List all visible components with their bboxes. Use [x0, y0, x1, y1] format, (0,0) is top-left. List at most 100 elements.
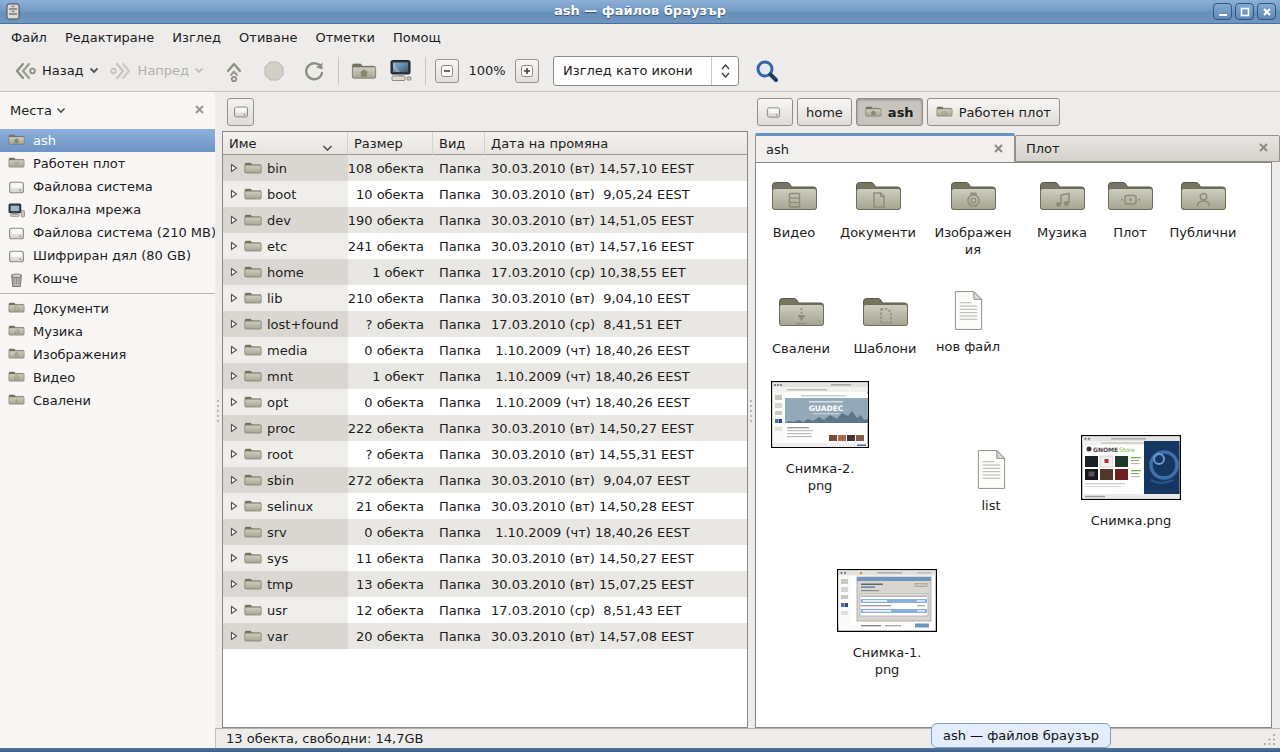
titlebar[interactable]: ash — файлов браузър — [0, 0, 1280, 24]
tab-ash[interactable]: ash — [755, 133, 1015, 162]
expander-icon[interactable] — [229, 397, 239, 407]
expander-icon[interactable] — [229, 267, 239, 277]
sidebar-item-downloads[interactable]: Свалени — [0, 389, 215, 412]
cell-name: mnt — [223, 363, 348, 389]
table-row-sbin[interactable]: sbin272 обектаПапка30.03.2010 (вт) 9,04,… — [223, 467, 747, 493]
tab-close-icon[interactable] — [1258, 141, 1269, 156]
column-header-2[interactable]: Вид — [433, 132, 485, 155]
zoom-out-button[interactable] — [435, 59, 459, 83]
cell-name: srv — [223, 519, 348, 545]
resize-grip[interactable] — [1261, 731, 1277, 747]
sidebar-item-encrypted-80gb[interactable]: Шифриран дял (80 GB) — [0, 244, 215, 267]
column-header-1[interactable]: Размер — [348, 132, 433, 155]
breadcrumb-home-dir[interactable]: home — [797, 98, 852, 126]
table-row-opt[interactable]: opt0 обектаПапка 1.10.2009 (чт) 18,40,26… — [223, 389, 747, 415]
table-row-media[interactable]: media0 обектаПапка 1.10.2009 (чт) 18,40,… — [223, 337, 747, 363]
computer-button[interactable] — [382, 54, 418, 88]
expander-icon[interactable] — [229, 423, 239, 433]
file-snimka[interactable]: GNOMEStoreСнимка.png — [1077, 435, 1185, 529]
expander-icon[interactable] — [229, 345, 239, 355]
minimize-button[interactable] — [1213, 3, 1232, 20]
close-button[interactable] — [1257, 3, 1276, 20]
zoom-in-button[interactable] — [515, 59, 539, 83]
menu-edit[interactable]: Редактиране — [56, 27, 163, 48]
table-row-lib[interactable]: lib210 обектаПапка30.03.2010 (вт) 9,04,1… — [223, 285, 747, 311]
sidebar-item-music[interactable]: Музика — [0, 320, 215, 343]
sidebar-item-trash[interactable]: Кошче — [0, 267, 215, 290]
folder-icon — [244, 395, 262, 409]
expander-icon[interactable] — [229, 631, 239, 641]
menu-file[interactable]: Файл — [2, 27, 56, 48]
expander-icon[interactable] — [229, 527, 239, 537]
table-row-sys[interactable]: sys11 обектаПапка30.03.2010 (вт) 14,50,2… — [223, 545, 747, 571]
expander-icon[interactable] — [229, 241, 239, 251]
expander-icon[interactable] — [229, 215, 239, 225]
file-documents[interactable]: Документи — [828, 173, 928, 241]
column-header-0[interactable]: Име — [223, 132, 348, 155]
back-button[interactable]: Назад — [8, 56, 104, 86]
sidebar-item-documents[interactable]: Документи — [0, 297, 215, 320]
sidebar-close-icon[interactable] — [194, 103, 205, 118]
expander-icon[interactable] — [229, 579, 239, 589]
expander-icon[interactable] — [229, 371, 239, 381]
file-new-file[interactable]: нов файл — [918, 287, 1018, 355]
expander-icon[interactable] — [229, 553, 239, 563]
table-row-usr[interactable]: usr12 обектаПапка17.03.2010 (ср) 8,51,43… — [223, 597, 747, 623]
breadcrumb-root[interactable] — [757, 98, 793, 126]
reload-button[interactable] — [297, 55, 331, 87]
table-row-srv[interactable]: srv0 обектаПапка 1.10.2009 (чт) 18,40,26… — [223, 519, 747, 545]
expander-icon[interactable] — [229, 449, 239, 459]
file-pictures[interactable]: Изображен ия — [923, 173, 1023, 258]
column-header-3[interactable]: Дата на промяна — [485, 132, 747, 155]
sidebar-item-desktop[interactable]: Работен плот — [0, 152, 215, 175]
home-button[interactable] — [346, 57, 382, 85]
menu-go[interactable]: Отиване — [230, 27, 306, 48]
cell-name: sys — [223, 545, 348, 571]
expander-icon[interactable] — [229, 501, 239, 511]
view-mode-select[interactable]: Изглед като икони — [553, 56, 739, 86]
search-button[interactable] — [751, 55, 783, 87]
file-snimka-1[interactable]: Снимка-1. png — [833, 569, 941, 678]
table-row-lost+found[interactable]: lost+found? обектаПапка17.03.2010 (ср) 8… — [223, 311, 747, 337]
table-row-home[interactable]: home1 обектПапка17.03.2010 (ср) 10,38,55… — [223, 259, 747, 285]
tab-Плот[interactable]: Плот — [1015, 135, 1280, 162]
left-pane-root-button[interactable] — [227, 98, 254, 126]
menu-view[interactable]: Изглед — [163, 27, 230, 48]
sidebar-title[interactable]: Места — [10, 103, 66, 118]
file-list[interactable]: list — [941, 446, 1041, 514]
expander-icon[interactable] — [229, 475, 239, 485]
menu-help[interactable]: Помощ — [384, 27, 450, 48]
file-snimka-2[interactable]: GUADECСнимка-2. png — [767, 381, 873, 494]
sidebar-item-filesystem[interactable]: Файлова система — [0, 175, 215, 198]
breadcrumb-desktop[interactable]: Работен плот — [927, 98, 1060, 126]
table-row-tmp[interactable]: tmp13 обектаПапка30.03.2010 (вт) 15,07,2… — [223, 571, 747, 597]
expander-icon[interactable] — [229, 163, 239, 173]
menu-bookmarks[interactable]: Отметки — [306, 27, 383, 48]
sidebar-item-home[interactable]: ash — [0, 129, 215, 152]
stop-button[interactable] — [257, 55, 291, 87]
breadcrumb-ash[interactable]: ash — [856, 98, 923, 126]
table-row-mnt[interactable]: mnt1 обектПапка 1.10.2009 (чт) 18,40,26 … — [223, 363, 747, 389]
tab-close-icon[interactable] — [993, 142, 1004, 157]
up-button[interactable] — [217, 55, 251, 87]
maximize-button[interactable] — [1235, 3, 1254, 20]
expander-icon[interactable] — [229, 293, 239, 303]
table-row-var[interactable]: var20 обектаПапка30.03.2010 (вт) 14,57,0… — [223, 623, 747, 649]
table-row-selinux[interactable]: selinux21 обектаПапка30.03.2010 (вт) 14,… — [223, 493, 747, 519]
sidebar-item-network[interactable]: Локална мрежа — [0, 198, 215, 221]
file-public[interactable]: Публични — [1153, 173, 1253, 241]
forward-button[interactable]: Напред — [104, 56, 209, 86]
expander-icon[interactable] — [229, 605, 239, 615]
table-row-etc[interactable]: etc241 обектаПапка30.03.2010 (вт) 14,57,… — [223, 233, 747, 259]
cell-type: Папка — [433, 571, 485, 597]
table-row-bin[interactable]: bin108 обектаПапка30.03.2010 (вт) 14,57,… — [223, 155, 747, 181]
sidebar-item-videos[interactable]: Видео — [0, 366, 215, 389]
sidebar-item-pictures[interactable]: Изображения — [0, 343, 215, 366]
table-row-root[interactable]: root? обектаПапка30.03.2010 (вт) 14,55,3… — [223, 441, 747, 467]
expander-icon[interactable] — [229, 189, 239, 199]
sidebar-item-volume-210mb[interactable]: Файлова система (210 MB) — [0, 221, 215, 244]
table-row-proc[interactable]: proc222 обектаПапка30.03.2010 (вт) 14,50… — [223, 415, 747, 441]
table-row-boot[interactable]: boot10 обектаПапка30.03.2010 (вт) 9,05,2… — [223, 181, 747, 207]
table-row-dev[interactable]: dev190 обектаПапка30.03.2010 (вт) 14,51,… — [223, 207, 747, 233]
expander-icon[interactable] — [229, 319, 239, 329]
